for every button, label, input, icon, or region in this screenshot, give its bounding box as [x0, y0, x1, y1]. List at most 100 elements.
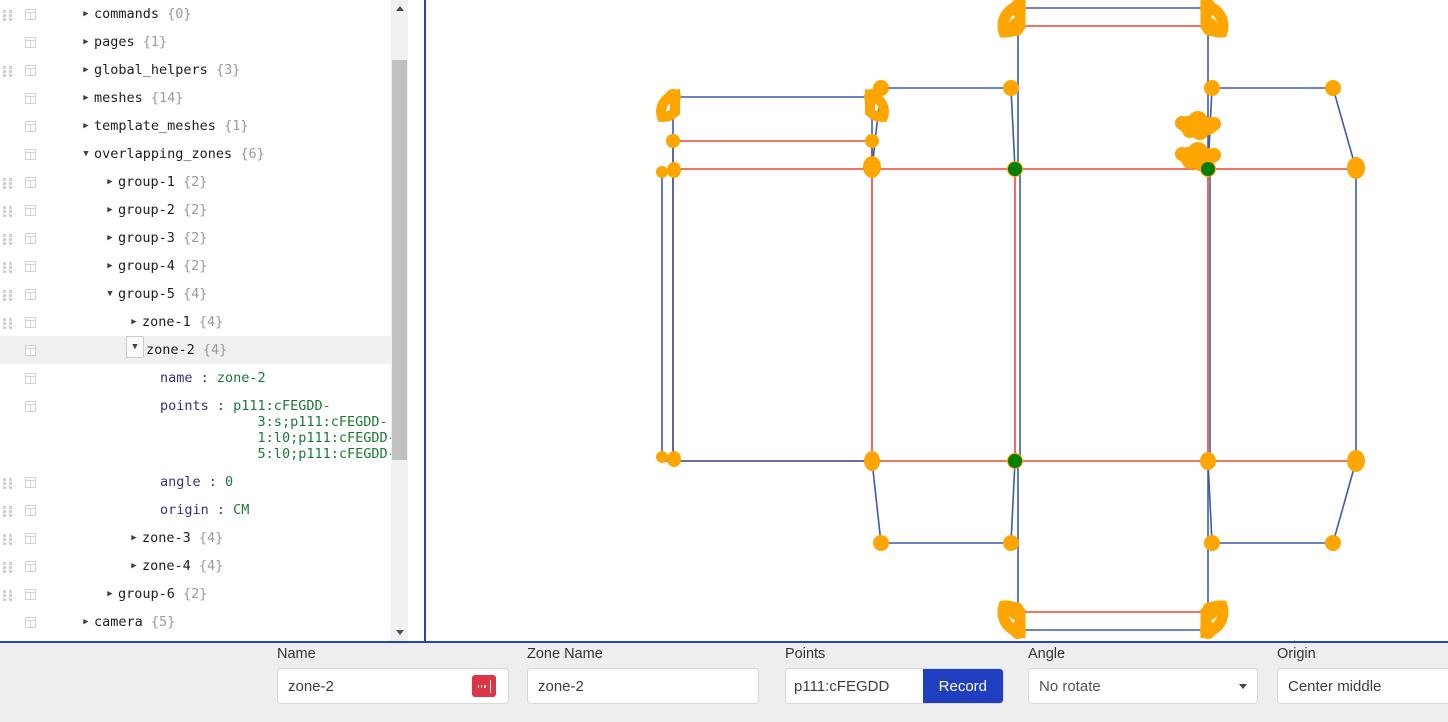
- tree-node-label: zone-3: [142, 530, 191, 546]
- tree-vertical-scrollbar[interactable]: [391, 0, 408, 641]
- record-button[interactable]: Record: [922, 669, 1003, 703]
- tree-node-label: zone-2: [146, 342, 195, 358]
- drag-handle-icon[interactable]: [3, 506, 12, 517]
- drag-handle-icon[interactable]: [3, 234, 12, 245]
- caret-right-icon[interactable]: ▶: [78, 56, 94, 84]
- property-key: origin: [160, 502, 209, 518]
- drag-handle-icon[interactable]: [3, 534, 12, 545]
- tree-property-row[interactable]: origin : CM: [0, 496, 408, 524]
- tree-node-row[interactable]: ▼ group-5 {4}: [0, 280, 408, 308]
- caret-down-icon[interactable]: ▼: [126, 336, 144, 358]
- point-cluster-upper: [1175, 111, 1221, 140]
- tree-node-row[interactable]: ▶ global_helpers {3}: [0, 56, 408, 84]
- drag-handle-icon[interactable]: [3, 290, 12, 301]
- tree-property-row[interactable]: points : p111:cFEGDD- 3:s;p111:cFEGDD- 1…: [0, 392, 408, 468]
- zone-name-input[interactable]: zone-2: [527, 668, 759, 704]
- drag-handle-icon[interactable]: [3, 178, 12, 189]
- tree-node-row[interactable]: ▶ group-3 {2}: [0, 224, 408, 252]
- caret-down-icon[interactable]: ▼: [102, 280, 118, 308]
- name-options-icon[interactable]: [472, 675, 496, 697]
- tree-node-row[interactable]: ▶ group-6 {2}: [0, 580, 408, 608]
- caret-right-icon[interactable]: ▶: [78, 112, 94, 140]
- dieline-canvas[interactable]: [426, 0, 1448, 641]
- zone-anchor-points[interactable]: [1008, 162, 1215, 468]
- property-key: points: [160, 398, 209, 414]
- drag-handle-icon[interactable]: [3, 66, 12, 77]
- zone-editor-toolbar: Edit Zones Add Name zone-2 Zone Name zon…: [0, 641, 1448, 722]
- caret-right-icon[interactable]: ▶: [102, 224, 118, 252]
- property-colon: :: [208, 502, 234, 518]
- caret-right-icon[interactable]: ▶: [102, 252, 118, 280]
- scene-tree-panel: ▶ commands {0} ▶ pages {1} ▶ global_helpers {…: [0, 0, 426, 641]
- tree-node-count: {4}: [198, 558, 224, 574]
- scene-tree-list[interactable]: ▶ commands {0} ▶ pages {1} ▶ global_helpers {…: [0, 0, 408, 641]
- caret-right-icon[interactable]: ▶: [126, 524, 142, 552]
- tree-node-row[interactable]: ▶ zone-3 {4}: [0, 524, 408, 552]
- tree-node-row[interactable]: ▶ group-2 {2}: [0, 196, 408, 224]
- origin-input[interactable]: Center middle: [1277, 668, 1448, 704]
- tree-node-row[interactable]: ▶ group-1 {2}: [0, 168, 408, 196]
- tree-node-row[interactable]: ▶ pages {1}: [0, 28, 408, 56]
- drag-handle-icon[interactable]: [3, 478, 12, 489]
- caret-right-icon[interactable]: ▶: [102, 196, 118, 224]
- zone-name-input-value: zone-2: [538, 677, 584, 695]
- tree-node-label: group-1: [118, 174, 175, 190]
- scroll-up-arrow-icon[interactable]: [391, 0, 408, 17]
- tree-node-row[interactable]: ▶ group-4 {2}: [0, 252, 408, 280]
- caret-right-icon[interactable]: ▶: [78, 28, 94, 56]
- tree-node-row[interactable]: ▶ camera {5}: [0, 608, 408, 636]
- drag-handle-icon[interactable]: [3, 562, 12, 573]
- property-key: name: [160, 370, 193, 386]
- caret-right-icon[interactable]: ▶: [78, 84, 94, 112]
- chevron-down-icon: [1239, 683, 1247, 689]
- tree-node-row[interactable]: ▼ overlapping_zones {6}: [0, 140, 408, 168]
- tree-node-row[interactable]: ▶ template_meshes {1}: [0, 112, 408, 140]
- tree-node-label: commands: [94, 6, 160, 22]
- drag-handle-icon[interactable]: [3, 10, 12, 21]
- node-type-icon: [25, 233, 36, 244]
- name-label: Name: [277, 646, 316, 662]
- node-type-icon: [25, 317, 36, 328]
- node-type-icon: [25, 289, 36, 300]
- crease-lines: [671, 25, 1356, 613]
- tree-node-label: overlapping_zones: [94, 146, 233, 162]
- tree-node-row[interactable]: ▶ meshes {14}: [0, 84, 408, 112]
- tree-node-label: global_helpers: [94, 62, 208, 78]
- node-type-icon: [25, 617, 36, 628]
- scrollbar-thumb[interactable]: [392, 60, 407, 460]
- tree-property-row[interactable]: name : zone-2: [0, 364, 408, 392]
- tree-node-count: {4}: [183, 286, 208, 302]
- caret-right-icon[interactable]: ▶: [126, 552, 142, 580]
- name-input[interactable]: zone-2: [277, 668, 509, 704]
- caret-right-icon[interactable]: ▶: [78, 0, 94, 28]
- tree-node-row[interactable]: ▶ zone-4 {4}: [0, 552, 408, 580]
- drag-handle-icon[interactable]: [3, 318, 12, 329]
- dieline-svg: [656, 0, 1365, 639]
- node-type-icon: [25, 261, 36, 272]
- drag-handle-icon[interactable]: [3, 262, 12, 273]
- tree-node-count: {4}: [198, 314, 224, 330]
- tree-node-row[interactable]: ▼ zone-2 {4}: [0, 336, 408, 364]
- property-value: CM: [233, 502, 250, 518]
- property-value: 0: [225, 474, 234, 490]
- angle-select-value: No rotate: [1039, 677, 1101, 695]
- points-label: Points: [785, 646, 826, 662]
- caret-right-icon[interactable]: ▶: [78, 608, 94, 636]
- tree-node-label: zone-4: [142, 558, 191, 574]
- caret-right-icon[interactable]: ▶: [126, 308, 142, 336]
- caret-down-icon[interactable]: ▼: [78, 140, 94, 168]
- origin-input-value: Center middle: [1288, 677, 1382, 695]
- tree-node-count: {2}: [183, 586, 208, 602]
- drag-handle-icon[interactable]: [3, 590, 12, 601]
- caret-right-icon[interactable]: ▶: [102, 168, 118, 196]
- tree-node-row[interactable]: ▶ zone-1 {4}: [0, 308, 408, 336]
- node-type-icon: [25, 149, 36, 160]
- drag-handle-icon[interactable]: [3, 206, 12, 217]
- tree-property-row[interactable]: angle : 0: [0, 468, 408, 496]
- tree-node-row[interactable]: ▶ commands {0}: [0, 0, 408, 28]
- caret-right-icon[interactable]: ▶: [102, 580, 118, 608]
- angle-select[interactable]: No rotate: [1028, 668, 1258, 704]
- points-input[interactable]: p111:cFEGDD: [786, 669, 904, 703]
- scroll-down-arrow-icon[interactable]: [391, 624, 408, 641]
- tree-node-count: {2}: [183, 202, 208, 218]
